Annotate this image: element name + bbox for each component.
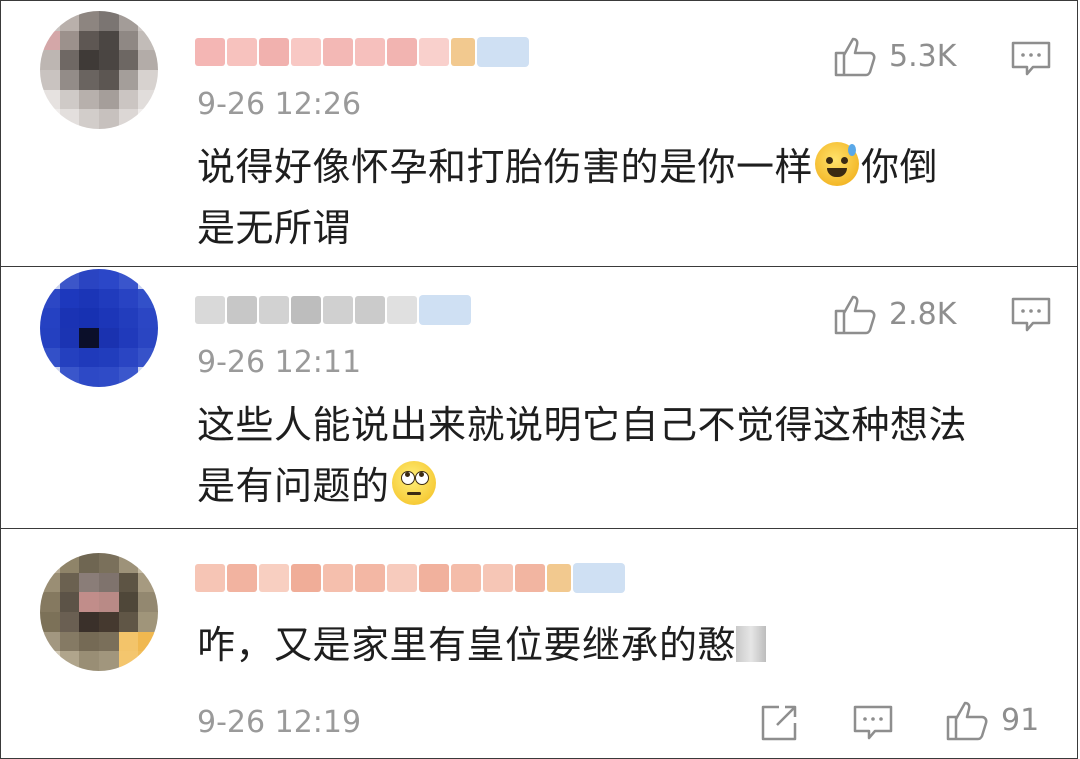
like-button[interactable]: 91 [945,699,1039,741]
blurred-character [736,626,767,662]
comment-card: 9-26 12:11 这些人能说出来就说明它自己不觉得这种想法 是有问题的 2.… [0,266,1078,530]
user-badge [477,37,529,67]
comment-icon[interactable] [1011,41,1051,77]
sweat-smile-emoji [815,142,860,186]
user-badge [573,563,625,593]
eye-roll-emoji [391,461,436,505]
comment-text: 说得好像怀孕和打胎伤害的是你一样 你倒 是无所谓 [197,137,1037,259]
comment-text: 这些人能说出来就说明它自己不觉得这种想法 是有问题的 [197,403,968,508]
comment-card: 9-26 12:26 说得好像怀孕和打胎伤害的是你一样 你倒 是无所谓 5.3K [0,0,1078,268]
comment-card: 咋，又是家里有皇位要继承的憨 9-26 12:19 91 [0,528,1078,759]
thumbs-up-icon [946,701,988,741]
like-button[interactable]: 5.3K [833,35,956,77]
username-blurred[interactable] [195,287,471,333]
comment-icon[interactable] [1011,297,1051,333]
avatar[interactable] [40,269,158,387]
username-blurred[interactable] [195,555,625,601]
like-count: 2.8K [889,296,957,332]
comment-text: 咋，又是家里有皇位要继承的憨 [197,615,1037,676]
username-blurred[interactable] [195,29,529,75]
like-count: 91 [1001,702,1040,738]
user-badge [419,295,471,325]
like-count: 5.3K [889,38,957,74]
thumbs-up-icon [834,37,876,77]
avatar[interactable] [40,553,158,671]
comment-timestamp: 9-26 12:26 [197,87,362,122]
comment-icon[interactable] [853,705,893,741]
like-button[interactable]: 2.8K [833,293,956,335]
comment-timestamp: 9-26 12:19 [197,705,362,740]
comment-timestamp: 9-26 12:11 [197,345,362,380]
share-icon[interactable] [759,703,799,743]
thumbs-up-icon [834,295,876,335]
avatar[interactable] [40,11,158,129]
